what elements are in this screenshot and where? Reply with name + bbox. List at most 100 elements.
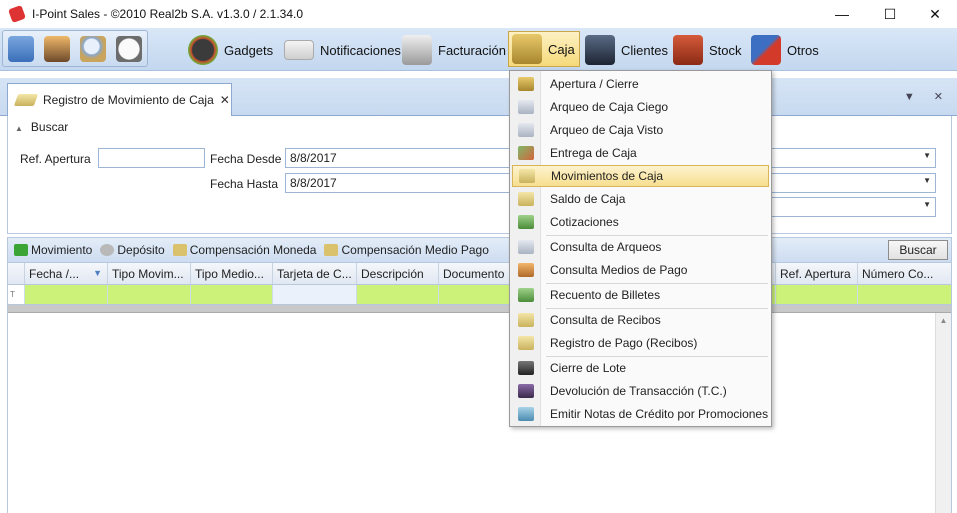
toolbar-clientes[interactable]: Clientes [585,32,668,68]
search-section-label: Buscar [30,120,69,134]
column-header[interactable]: Número Co... [858,263,951,284]
banknote-icon [518,192,534,206]
filter-cell[interactable] [357,285,439,304]
filter-icon: T [8,285,25,304]
menu-item-label: Apertura / Cierre [550,77,639,91]
document-tab-strip: Registro de Movimiento de Caja ✕ ▼ ✕ [0,78,957,116]
menu-item-apertura-cierre[interactable]: Apertura / Cierre [512,73,769,95]
filter-cell[interactable] [858,285,951,304]
menu-item-label: Emitir Notas de Crédito por Promociones [550,407,769,421]
coins-icon [172,244,187,256]
compensacion-moneda-button[interactable]: Compensación Moneda [172,243,316,257]
menu-item-label: Cotizaciones [550,215,619,229]
menu-item-cotizaciones[interactable]: Cotizaciones [512,211,769,233]
toolbar-stock[interactable]: Stock [673,32,742,68]
menu-item-label: Consulta de Arqueos [550,240,662,254]
menu-item-movimientos-caja[interactable]: Movimientos de Caja [512,165,769,187]
menu-item-consulta-arqueos[interactable]: Consulta de Arqueos [512,236,769,258]
banknote-icon [13,94,39,106]
deposito-button[interactable]: Depósito [100,243,165,257]
menu-item-label: Saldo de Caja [550,192,626,206]
document-icon [518,100,534,114]
minimize-button[interactable]: — [819,0,865,28]
movements-grid: Fecha /... ▼ Tipo Movim... Tipo Medio... … [7,263,952,513]
cash-register-icon [402,35,432,65]
compensacion-medio-pago-button[interactable]: Compensación Medio Pago [324,243,489,257]
column-header[interactable]: Ref. Apertura [776,263,858,284]
ref-apertura-label: Ref. Apertura [20,152,91,166]
gauge-icon [188,35,218,65]
banknote-icon [519,169,535,183]
menu-item-consulta-medios-pago[interactable]: Consulta Medios de Pago [512,259,769,281]
column-header[interactable]: Tipo Movim... [108,263,191,284]
vertical-scrollbar[interactable]: ▲ [935,313,951,513]
column-header[interactable]: Tipo Medio... [191,263,273,284]
menu-item-label: Consulta de Recibos [550,313,661,327]
toolbar-caja[interactable]: Caja [508,31,580,67]
filter-cell[interactable] [108,285,191,304]
clock-icon[interactable] [116,35,142,62]
extra-dropdown[interactable]: ▼ [770,197,936,217]
horizontal-divider [8,305,951,313]
column-header[interactable]: Fecha /... ▼ [25,263,108,284]
menu-item-entrega-caja[interactable]: Entrega de Caja [512,142,769,164]
fecha-desde-value: 8/8/2017 [290,151,337,165]
menu-item-label: Devolución de Transacción (T.C.) [550,384,727,398]
maximize-button[interactable]: ☐ [867,0,913,28]
quick-access-group [2,30,148,67]
menu-item-recuento-billetes[interactable]: Recuento de Billetes [512,284,769,306]
toolbar-facturacion[interactable]: Facturación [402,32,506,68]
column-header[interactable]: Tarjeta de C... [273,263,357,284]
toolbar-gadgets-label: Gadgets [224,42,274,58]
filter-cell[interactable] [191,285,273,304]
fecha-hasta-value: 8/8/2017 [290,176,337,190]
toolbar-gadgets[interactable]: Gadgets [188,32,273,68]
filter-cell[interactable] [776,285,858,304]
caja-dropdown-menu: Apertura / Cierre Arqueo de Caja Ciego A… [509,70,772,427]
cash-count-icon [518,288,534,302]
add-movimiento-button[interactable]: Movimiento [14,243,92,257]
menu-item-label: Recuento de Billetes [550,288,661,302]
ref-apertura-input[interactable] [98,148,205,168]
toolbar-otros[interactable]: Otros [751,32,819,68]
menu-item-arqueo-visto[interactable]: Arqueo de Caja Visto [512,119,769,141]
menu-item-label: Entrega de Caja [550,146,637,160]
grid-filter-row: T [8,285,951,305]
toolbar-otros-label: Otros [787,42,819,58]
search-section-toggle[interactable]: ▲ Buscar [15,120,68,134]
menu-item-arqueo-ciego[interactable]: Arqueo de Caja Ciego [512,96,769,118]
customer-icon [585,35,615,65]
tab-registro-movimiento-caja[interactable]: Registro de Movimiento de Caja ✕ [7,83,232,116]
collapse-arrow-icon: ▲ [15,124,23,133]
envelope-icon [284,40,314,60]
grid-header-indicator [8,263,25,284]
menu-item-saldo-caja[interactable]: Saldo de Caja [512,188,769,210]
filter-cell[interactable] [273,285,357,304]
chevron-down-icon: ▼ [923,151,931,160]
sort-desc-icon: ▼ [93,268,102,278]
menu-item-devolucion-transaccion[interactable]: Devolución de Transacción (T.C.) [512,380,769,402]
menu-item-registro-pago[interactable]: Registro de Pago (Recibos) [512,332,769,354]
search-icon[interactable] [80,35,106,62]
toolbar-notificaciones[interactable]: Notificaciones [284,32,401,68]
buscar-button[interactable]: Buscar [888,240,948,260]
chevron-down-icon: ▼ [923,200,931,209]
menu-item-label: Movimientos de Caja [551,169,664,183]
tab-strip-controls[interactable]: ▼ ✕ [904,90,951,103]
close-button[interactable]: ✕ [912,0,957,28]
home-icon[interactable] [8,35,34,62]
column-header[interactable]: Descripción [357,263,439,284]
filter-cell[interactable] [25,285,108,304]
menu-item-notas-credito[interactable]: Emitir Notas de Crédito por Promociones [512,403,769,425]
search-panel: ▲ Buscar Ref. Apertura Fecha Desde 8/8/20… [7,116,952,234]
menu-item-cierre-lote[interactable]: Cierre de Lote [512,357,769,379]
menu-item-consulta-recibos[interactable]: Consulta de Recibos [512,309,769,331]
tab-close-icon[interactable]: ✕ [220,93,230,107]
chevron-down-icon: ▼ [923,176,931,185]
user-icon[interactable] [44,35,70,62]
scroll-up-icon[interactable]: ▲ [936,316,951,325]
menu-item-label: Registro de Pago (Recibos) [550,336,698,350]
promo-note-icon [518,407,534,421]
banknote-icon [518,313,534,327]
menu-item-label: Consulta Medios de Pago [550,263,688,277]
